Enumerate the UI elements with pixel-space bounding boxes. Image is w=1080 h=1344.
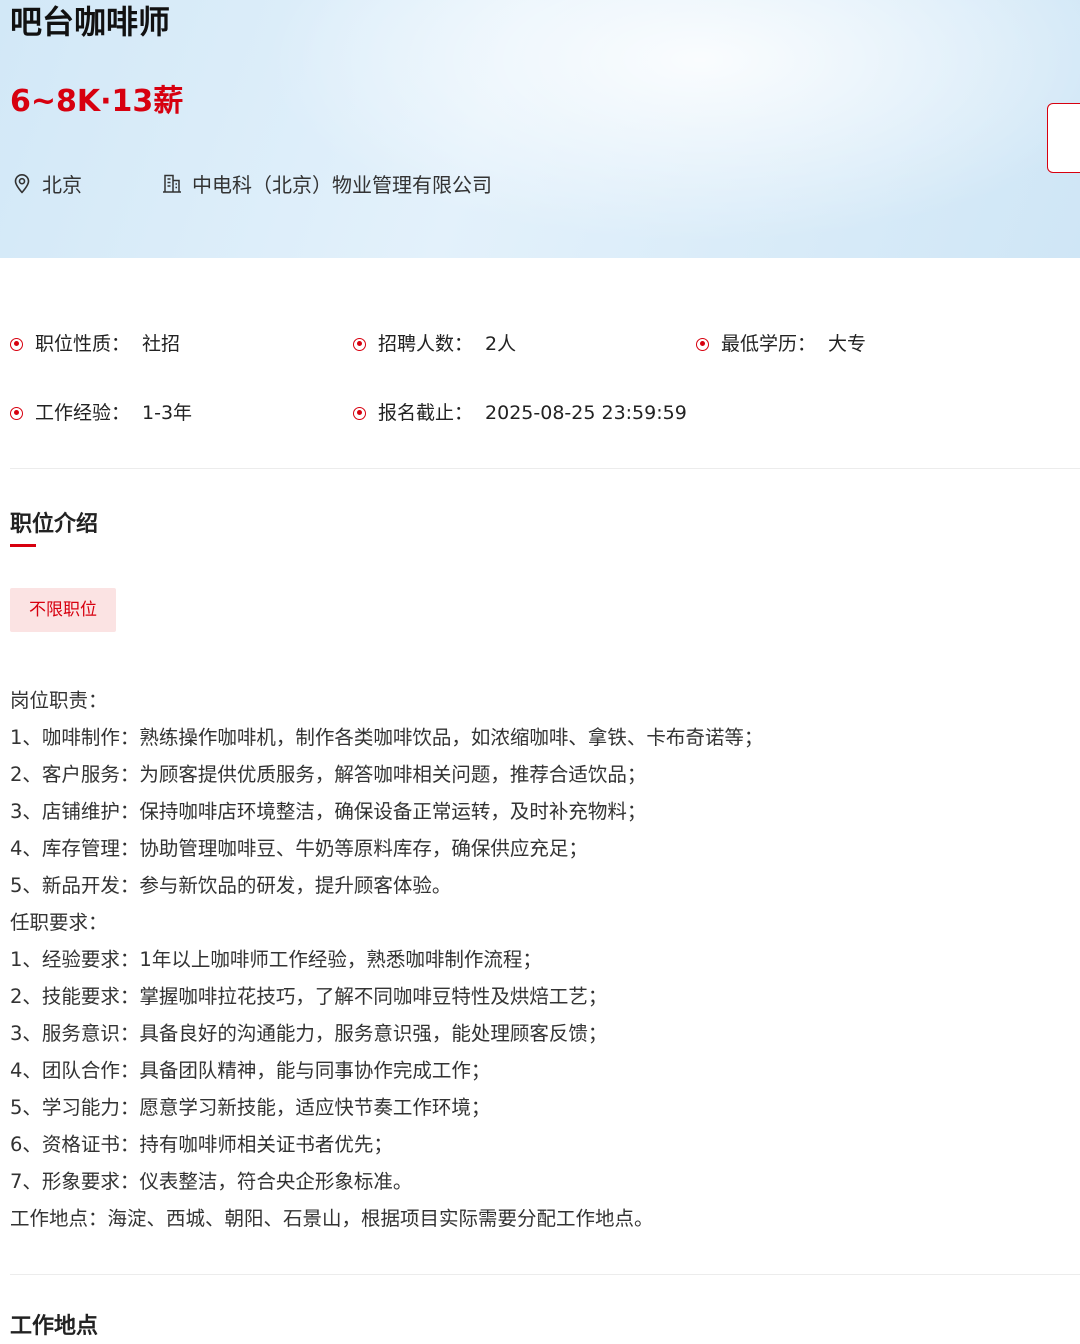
job-meta: 北京 中电科（北京）物业管理有限公司 [10, 166, 492, 200]
description-line: 2、技能要求：掌握咖啡拉花技巧，了解不同咖啡豆特性及烘焙工艺； [10, 985, 608, 1008]
company-meta[interactable]: 中电科（北京）物业管理有限公司 [160, 169, 492, 198]
info-headcount-label: 招聘人数： [378, 333, 474, 355]
info-education: 最低学历： 大专 [696, 326, 866, 362]
building-icon [163, 174, 181, 193]
position-tag: 不限职位 [10, 588, 116, 632]
description-line: 工作地点：海淀、西城、朝阳、石景山，根据项目实际需要分配工作地点。 [10, 1207, 654, 1230]
section-underline [10, 544, 36, 547]
description-line: 3、店铺维护：保持咖啡店环境整洁，确保设备正常运转，及时补充物料； [10, 800, 647, 823]
description-line: 3、服务意识：具备良好的沟通能力，服务意识强，能处理顾客反馈； [10, 1022, 608, 1045]
bullet-dot-icon [696, 337, 709, 351]
info-deadline-label: 报名截止： [378, 402, 474, 424]
location-meta: 北京 [10, 169, 82, 198]
job-header: 吧台咖啡师 6~8K·13薪 北京 中电科（北京）物业管理有限公司 [0, 0, 1080, 258]
description-line: 4、团队合作：具备团队精神，能与同事协作完成工作； [10, 1059, 491, 1082]
description-line: 6、资格证书：持有咖啡师相关证书者优先； [10, 1133, 393, 1156]
salary: 6~8K·13薪 [10, 84, 184, 119]
bullet-dot-icon [353, 337, 366, 351]
info-headcount: 招聘人数： 2人 [353, 326, 516, 362]
info-education-label: 最低学历： [721, 333, 817, 355]
location-text: 北京 [42, 172, 82, 197]
info-experience: 工作经验： 1-3年 [10, 395, 192, 431]
bullet-dot-icon [353, 406, 366, 420]
bullet-dot-icon [10, 406, 23, 420]
info-nature-value: 社招 [142, 333, 181, 355]
info-education-value: 大专 [828, 333, 867, 355]
description-line: 2、客户服务：为顾客提供优质服务，解答咖啡相关问题，推荐合适饮品； [10, 763, 647, 786]
apply-button[interactable] [1047, 103, 1080, 173]
company-name[interactable]: 中电科（北京）物业管理有限公司 [192, 169, 492, 198]
description-line: 1、经验要求：1年以上咖啡师工作经验，熟悉咖啡制作流程； [10, 948, 542, 971]
info-deadline: 报名截止： 2025-08-25 23:59:59 [353, 395, 687, 431]
info-experience-value: 1-3年 [142, 402, 193, 424]
description-line: 任职要求： [10, 911, 108, 934]
section-divider [10, 468, 1080, 469]
job-info-grid: 职位性质： 社招 招聘人数： 2人 最低学历： 大专 工作经验： 1-3年 报名… [10, 326, 1070, 436]
info-experience-label: 工作经验： [35, 402, 131, 424]
description-line: 5、新品开发：参与新饮品的研发，提升顾客体验。 [10, 874, 452, 897]
section-title-intro: 职位介绍 [10, 512, 99, 537]
section-divider [10, 1274, 1080, 1275]
info-deadline-value: 2025-08-25 23:59:59 [485, 402, 687, 424]
info-nature-label: 职位性质： [35, 333, 131, 355]
description-line: 1、咖啡制作：熟练操作咖啡机，制作各类咖啡饮品，如浓缩咖啡、拿铁、卡布奇诺等； [10, 726, 764, 749]
description-line: 岗位职责： [10, 689, 108, 712]
description-line: 7、形象要求：仪表整洁，符合央企形象标准。 [10, 1170, 413, 1193]
info-nature: 职位性质： 社招 [10, 326, 180, 362]
job-description: 岗位职责： 1、咖啡制作：熟练操作咖啡机，制作各类咖啡饮品，如浓缩咖啡、拿铁、卡… [10, 682, 1070, 1237]
bullet-dot-icon [10, 337, 23, 351]
job-title: 吧台咖啡师 [10, 3, 171, 41]
info-headcount-value: 2人 [485, 333, 517, 355]
description-line: 5、学习能力：愿意学习新技能，适应快节奏工作环境； [10, 1096, 491, 1119]
section-title-location: 工作地点 [10, 1314, 99, 1339]
location-pin-icon [14, 174, 30, 194]
description-line: 4、库存管理：协助管理咖啡豆、牛奶等原料库存，确保供应充足； [10, 837, 588, 860]
